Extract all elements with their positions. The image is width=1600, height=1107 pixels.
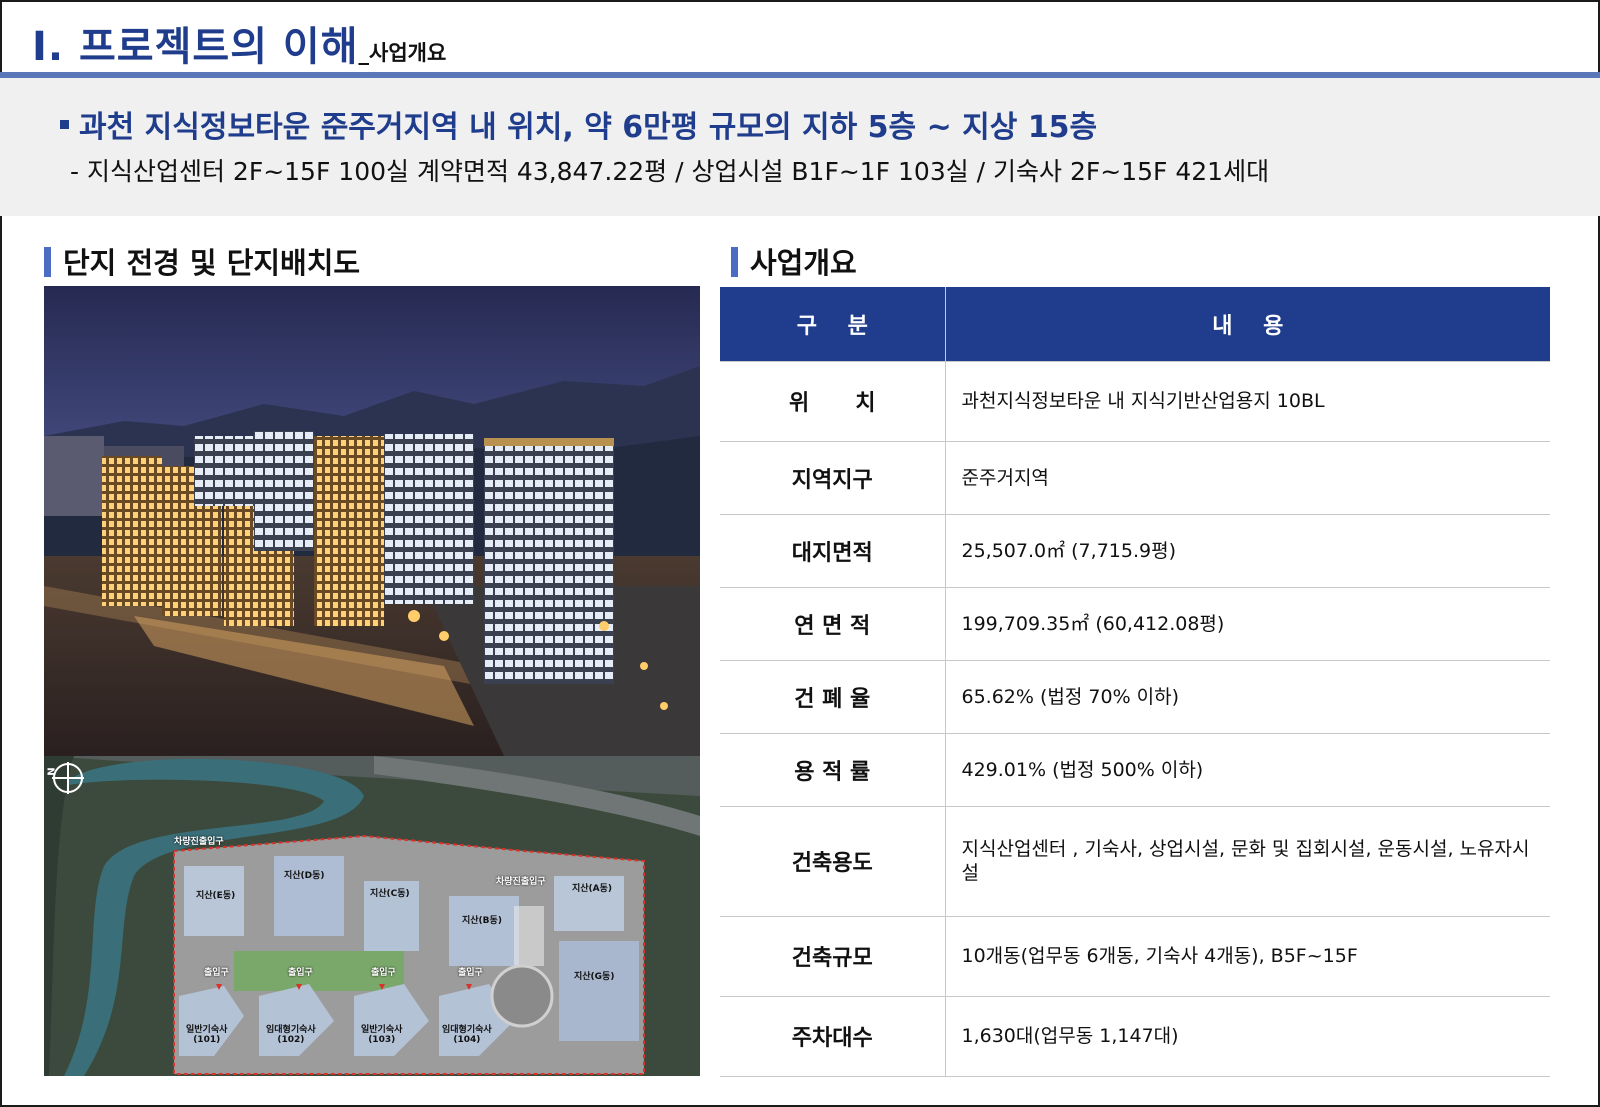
row-value-location: 과천지식정보타운 내 지식기반산업용지 10BL <box>945 361 1550 442</box>
right-section-title: 사업개요 <box>750 246 857 280</box>
row-label-location: 위 치 <box>720 361 946 442</box>
building-a-label: 지산(A동) <box>572 884 613 894</box>
compass-icon: N <box>46 760 84 796</box>
row-label-zoning: 지역지구 <box>720 441 946 515</box>
page-header: Ⅰ. 프로젝트의 이해_사업개요 <box>0 0 1600 72</box>
table-row: 위 치 과천지식정보타운 내 지식기반산업용지 10BL <box>720 361 1550 442</box>
table-row: 주차대수 1,630대(업무동 1,147대) <box>720 996 1550 1077</box>
left-section-heading: 단지 전경 및 단지배치도 <box>44 240 360 282</box>
right-section-heading: 사업개요 <box>731 240 857 282</box>
row-value-site-area: 25,507.0㎡ (7,715.9평) <box>945 514 1550 588</box>
entrance-label-3: 출입구 <box>371 968 396 978</box>
summary-headline: 과천 지식정보타운 준주거지역 내 위치, 약 6만평 규모의 지하 5층 ~ … <box>60 102 1097 146</box>
project-overview-table: 구 분 내 용 위 치 과천지식정보타운 내 지식기반산업용지 10BL 지역지… <box>720 287 1550 1077</box>
table-row: 건축규모 10개동(업무동 6개동, 기숙사 4개동), B5F~15F <box>720 916 1550 997</box>
section-marker-icon <box>44 247 51 277</box>
summary-band: 과천 지식정보타운 준주거지역 내 위치, 약 6만평 규모의 지하 5층 ~ … <box>0 78 1600 216</box>
building-g-label: 지산(G동) <box>574 972 615 982</box>
table-row: 용 적 률 429.01% (법정 500% 이하) <box>720 733 1550 807</box>
aerial-night-photo <box>44 286 700 756</box>
building-d-label: 지산(D동) <box>284 871 325 881</box>
section-marker-icon <box>731 247 738 277</box>
dorm-104-label: 임대형기숙사 (104) <box>442 1025 492 1045</box>
table-row: 건축용도 지식산업센터 , 기숙사, 상업시설, 문화 및 집회시설, 운동시설… <box>720 806 1550 917</box>
row-label-use: 건축용도 <box>720 806 946 917</box>
square-bullet-icon <box>60 120 69 129</box>
row-value-gross-area: 199,709.35㎡ (60,412.08평) <box>945 587 1550 661</box>
page-title-main: Ⅰ. 프로젝트의 이해 <box>32 24 359 70</box>
row-value-scale: 10개동(업무동 6개동, 기숙사 4개동), B5F~15F <box>945 916 1550 997</box>
site-plan-map: N 차량진출입구 차량진출입구 지산(E동) 지산(D동) 지산(C동) 지산(… <box>44 756 700 1076</box>
left-section-title: 단지 전경 및 단지배치도 <box>63 246 361 280</box>
row-label-coverage: 건 폐 율 <box>720 660 946 734</box>
row-label-scale: 건축규모 <box>720 916 946 997</box>
row-value-use: 지식산업센터 , 기숙사, 상업시설, 문화 및 집회시설, 운동시설, 노유자… <box>945 806 1550 917</box>
compass-label: N <box>46 767 58 776</box>
row-value-parking: 1,630대(업무동 1,147대) <box>945 996 1550 1077</box>
table-row: 지역지구 준주거지역 <box>720 441 1550 515</box>
table-header-row: 구 분 내 용 <box>720 287 1550 362</box>
summary-headline-text: 과천 지식정보타운 준주거지역 내 위치, 약 6만평 규모의 지하 5층 ~ … <box>79 110 1098 145</box>
table-row: 연 면 적 199,709.35㎡ (60,412.08평) <box>720 587 1550 661</box>
dorm-101-label: 일반기숙사 (101) <box>186 1025 228 1045</box>
row-label-site-area: 대지면적 <box>720 514 946 588</box>
entrance-label-2: 출입구 <box>288 968 313 978</box>
building-e-label: 지산(E동) <box>196 891 236 901</box>
row-label-parking: 주차대수 <box>720 996 946 1077</box>
table-row: 대지면적 25,507.0㎡ (7,715.9평) <box>720 514 1550 588</box>
header-category: 구 분 <box>720 287 946 362</box>
row-value-far: 429.01% (법정 500% 이하) <box>945 733 1550 807</box>
table-row: 건 폐 율 65.62% (법정 70% 이하) <box>720 660 1550 734</box>
row-value-zoning: 준주거지역 <box>945 441 1550 515</box>
header-content: 내 용 <box>945 287 1550 362</box>
row-value-coverage: 65.62% (법정 70% 이하) <box>945 660 1550 734</box>
row-label-far: 용 적 률 <box>720 733 946 807</box>
dorm-102-label: 임대형기숙사 (102) <box>266 1025 316 1045</box>
building-b-label: 지산(B동) <box>462 916 502 926</box>
entrance-label-4: 출입구 <box>458 968 483 978</box>
page-title-sub: _사업개요 <box>358 41 447 65</box>
vehicle-entry-label-2: 차량진출입구 <box>496 877 546 887</box>
summary-detail: - 지식산업센터 2F~15F 100실 계약면적 43,847.22평 / 상… <box>70 157 1270 186</box>
row-label-gross-area: 연 면 적 <box>720 587 946 661</box>
entrance-label-1: 출입구 <box>204 968 229 978</box>
vehicle-entry-label-1: 차량진출입구 <box>174 837 224 847</box>
dorm-103-label: 일반기숙사 (103) <box>361 1025 403 1045</box>
page-title: Ⅰ. 프로젝트의 이해_사업개요 <box>32 14 446 72</box>
building-c-label: 지산(C동) <box>370 889 410 899</box>
